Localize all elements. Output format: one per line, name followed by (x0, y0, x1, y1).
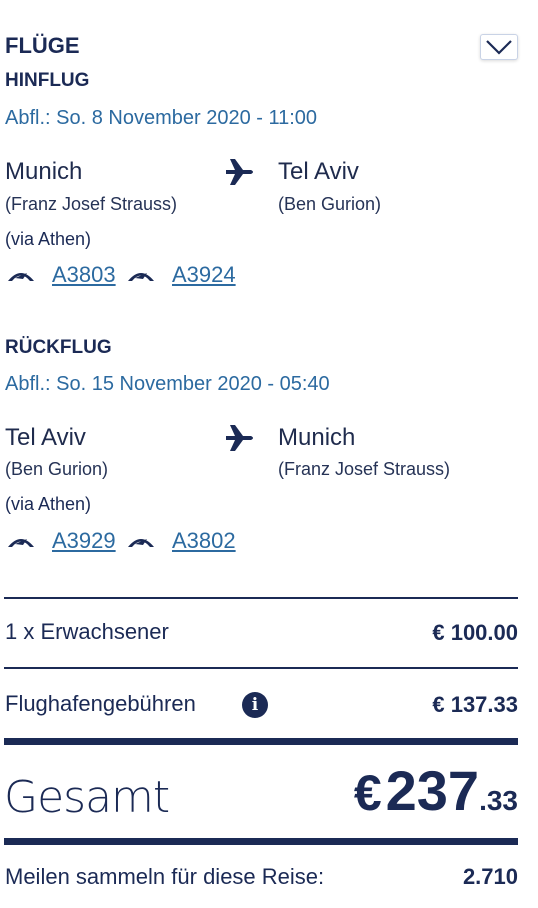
outbound-departure: Abfl.: So. 8 November 2020 - 11:00 (5, 107, 318, 129)
airline-logo-icon (128, 273, 154, 281)
total-decimal: .33 (479, 785, 518, 816)
passengers-value: € 100.00 (432, 620, 518, 645)
return-departure: Abfl.: So. 15 November 2020 - 05:40 (5, 373, 330, 395)
outbound-to-city: Tel Aviv (278, 158, 359, 185)
passengers-label: 1 x Erwachsener (5, 619, 169, 644)
outbound-via: (via Athen) (5, 229, 92, 249)
airline-logo-icon (128, 539, 154, 547)
outbound-heading: HINFLUG (5, 70, 90, 91)
fees-value: € 137.33 (432, 692, 518, 717)
divider-thick (4, 738, 518, 745)
return-to-airport: (Franz Josef Strauss) (278, 459, 451, 479)
divider-thick (4, 838, 518, 845)
outbound-flight-1-link[interactable]: A3803 (52, 262, 116, 288)
outbound-from-airport: (Franz Josef Strauss) (5, 194, 178, 214)
return-flight-2-link[interactable]: A3802 (172, 528, 236, 554)
airplane-icon (226, 159, 253, 185)
outbound-flight-2-link[interactable]: A3924 (172, 262, 236, 288)
return-via: (via Athen) (5, 494, 92, 514)
chevron-down-icon (486, 40, 512, 55)
outbound-to-airport: (Ben Gurion) (278, 194, 382, 214)
total-integer: 237 (385, 759, 480, 822)
airline-logo-icon (8, 539, 34, 547)
divider (4, 597, 518, 599)
return-to-city: Munich (278, 424, 356, 451)
return-from-airport: (Ben Gurion) (5, 459, 109, 479)
airline-logo-icon (8, 273, 34, 281)
miles-value: 2.710 (462, 864, 518, 889)
info-icon[interactable]: i (242, 692, 268, 718)
return-from-city: Tel Aviv (5, 424, 86, 451)
outbound-from-city: Munich (5, 158, 83, 185)
flights-title: FLÜGE (5, 33, 80, 58)
fees-label: Flughafengebühren (5, 691, 196, 716)
total-currency: € (353, 765, 382, 821)
total-label: Gesamt (4, 772, 170, 823)
divider (4, 667, 518, 669)
return-flight-1-link[interactable]: A3929 (52, 528, 116, 554)
miles-label: Meilen sammeln für diese Reise: (5, 864, 325, 889)
airplane-icon (226, 425, 253, 451)
return-heading: RÜCKFLUG (5, 337, 112, 358)
total-amount: €237.33 (354, 758, 518, 823)
expand-button[interactable] (480, 34, 518, 60)
